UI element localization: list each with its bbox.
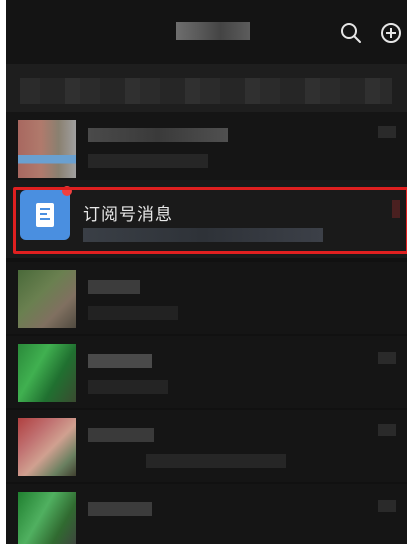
- timestamp-blurred: [378, 500, 396, 512]
- timestamp-blurred: [378, 352, 396, 364]
- timestamp-blurred: [378, 424, 396, 436]
- chat-name-blurred: [88, 280, 140, 294]
- chat-preview-blurred: [146, 454, 286, 468]
- timestamp-blurred: [378, 126, 396, 138]
- chat-list-item[interactable]: [6, 410, 407, 482]
- chat-name-blurred: [88, 502, 152, 516]
- chat-preview-blurred: [88, 380, 168, 394]
- chat-name-blurred: [88, 128, 228, 142]
- avatar: [18, 120, 76, 178]
- search-icon[interactable]: [338, 20, 364, 46]
- avatar: [18, 418, 76, 476]
- chat-list-item[interactable]: [6, 336, 407, 408]
- search-field-blurred: [20, 78, 392, 104]
- chat-list-item[interactable]: [6, 112, 407, 184]
- chat-preview-blurred: [88, 306, 178, 320]
- avatar: [18, 270, 76, 328]
- chat-name-blurred: [88, 428, 154, 442]
- highlight-box: [13, 187, 407, 254]
- page-title-blurred: [176, 22, 250, 40]
- avatar: [18, 492, 76, 544]
- chat-list-screen: 订阅号消息: [6, 0, 407, 544]
- avatar: [18, 344, 76, 402]
- plus-circle-icon[interactable]: [378, 20, 404, 46]
- chat-list-item[interactable]: [6, 484, 407, 544]
- chat-name-blurred: [88, 354, 152, 368]
- chat-list-item[interactable]: [6, 262, 407, 334]
- chat-preview-blurred: [88, 154, 208, 168]
- top-bar: [6, 0, 407, 64]
- search-bar-blurred[interactable]: [6, 64, 407, 116]
